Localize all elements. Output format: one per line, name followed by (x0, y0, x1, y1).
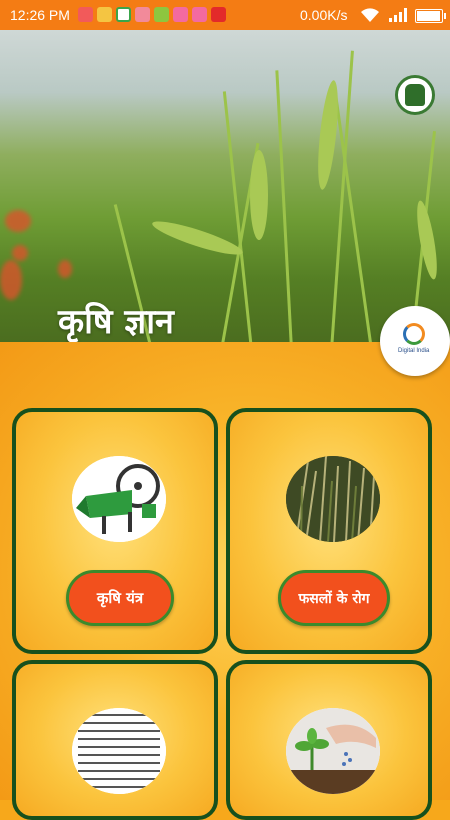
tile-crop-diseases[interactable]: फसलों के रोग (226, 408, 432, 654)
status-time: 12:26 PM (10, 7, 70, 23)
wifi-icon (361, 8, 379, 22)
farm-machines-button[interactable]: कृषि यंत्र (66, 570, 174, 626)
tile-calendar[interactable] (12, 660, 218, 820)
message-icon (97, 7, 112, 22)
battery-icon (415, 9, 446, 23)
app-icon (116, 7, 131, 22)
tile-farm-machines[interactable]: कृषि यंत्र (12, 408, 218, 654)
tile-seedling[interactable] (226, 660, 432, 820)
page-title: कृषि ज्ञान (58, 302, 174, 342)
notification-icon (78, 7, 93, 22)
notification-icon (135, 7, 150, 22)
network-speed: 0.00K/s (300, 7, 348, 23)
status-bar: 12:26 PM 0.00K/s (0, 0, 450, 30)
digital-india-logo: Digital India (380, 306, 450, 376)
digital-india-icon (403, 323, 425, 345)
calendar-icon (173, 7, 188, 22)
emblem-logo-icon (395, 75, 435, 115)
farm-machine-image (72, 456, 166, 542)
crop-disease-image (286, 456, 380, 542)
digital-india-logo-text: Digital India (398, 348, 430, 354)
calendar-icon (192, 7, 207, 22)
app-icon (211, 7, 226, 22)
header-banner: कृषि ज्ञान (0, 30, 450, 342)
seedling-image (286, 708, 380, 794)
crop-diseases-button[interactable]: फसलों के रोग (278, 570, 390, 626)
notification-icons (78, 7, 226, 22)
calendar-image (72, 708, 166, 794)
signal-icon (389, 8, 407, 22)
android-icon (154, 7, 169, 22)
